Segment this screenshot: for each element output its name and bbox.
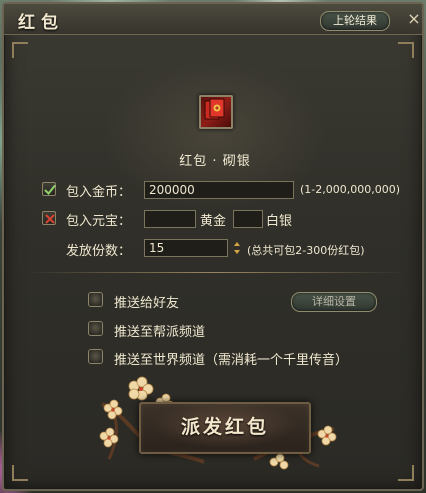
send-friends-label: 推送给好友 xyxy=(114,296,180,311)
count-label: 发放份数： xyxy=(66,244,132,259)
corner-ornament xyxy=(12,42,28,58)
red-envelope-icon xyxy=(199,95,233,129)
send-red-envelope-button[interactable]: 派发红包 xyxy=(139,402,311,454)
detail-settings-button[interactable]: 详细设置 xyxy=(291,292,377,312)
gold-coin-input[interactable]: 200000 xyxy=(144,181,294,199)
gold-coin-range: (1-2,000,000,000) xyxy=(300,183,401,196)
silver-unit-label: 白银 xyxy=(266,214,293,229)
count-hint: (总共可包2-300份红包) xyxy=(247,244,365,257)
gold-unit-label: 黄金 xyxy=(200,214,227,229)
last-result-button[interactable]: 上轮结果 xyxy=(320,11,390,31)
send-guild-label: 推送至帮派频道 xyxy=(114,325,206,340)
silver-amount-input[interactable] xyxy=(233,210,263,228)
item-name: 红包 · 砌银 xyxy=(179,154,251,169)
gold-amount-input[interactable] xyxy=(144,210,196,228)
gold-coin-label: 包入金币： xyxy=(66,185,132,200)
send-friends-checkbox[interactable] xyxy=(88,292,103,307)
count-stepper[interactable] xyxy=(233,240,241,256)
send-guild-checkbox[interactable] xyxy=(88,321,103,336)
red-envelope-dialog: 红包 上轮结果 × 红包 · 砌银 包入金币： 200000 (1-2,000,… xyxy=(2,2,424,491)
corner-ornament xyxy=(12,465,28,481)
corner-ornament xyxy=(398,465,414,481)
close-icon[interactable]: × xyxy=(406,10,422,28)
gold-coin-checkbox[interactable] xyxy=(42,182,56,196)
title-bar: 红包 上轮结果 × xyxy=(4,4,422,35)
yuanbao-label: 包入元宝： xyxy=(66,214,132,229)
send-world-label: 推送至世界频道（需消耗一个千里传音） xyxy=(114,353,349,368)
section-divider xyxy=(26,272,404,273)
dialog-title: 红包 xyxy=(18,13,64,33)
corner-ornament xyxy=(398,42,414,58)
send-world-checkbox[interactable] xyxy=(88,349,103,364)
yuanbao-checkbox[interactable] xyxy=(42,211,56,225)
count-input[interactable]: 15 xyxy=(144,239,228,257)
